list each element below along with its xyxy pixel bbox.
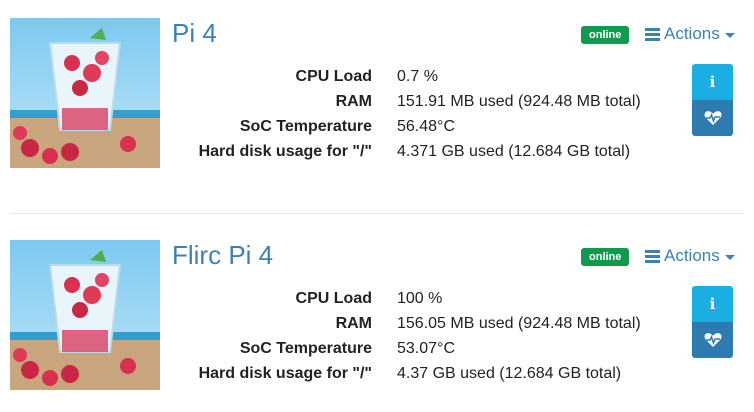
device-thumbnail <box>10 240 160 390</box>
device-thumbnail <box>10 18 160 168</box>
heartbeat-icon <box>704 333 721 347</box>
caret-down-icon <box>724 255 735 260</box>
stat-value: 4.371 GB used (12.684 GB total) <box>397 143 631 160</box>
device-card-flirc-pi-4: Flirc Pi 4 online Actions CPU Load 100 %… <box>0 222 754 412</box>
stat-value: 151.91 MB used (924.48 MB total) <box>397 93 641 110</box>
heartbeat-icon <box>704 111 721 125</box>
device-title[interactable]: Flirc Pi 4 <box>172 240 273 271</box>
stat-value: 4.37 GB used (12.684 GB total) <box>397 365 622 382</box>
stat-label: RAM <box>335 93 372 110</box>
actions-label: Actions <box>664 24 720 43</box>
device-title[interactable]: Pi 4 <box>172 18 217 49</box>
status-badge: online <box>581 26 630 44</box>
status-badge: online <box>581 248 630 266</box>
stat-value: 56.48°C <box>397 118 455 135</box>
list-icon <box>645 248 660 265</box>
info-icon: i <box>709 295 716 313</box>
caret-down-icon <box>724 33 735 38</box>
stat-label: Hard disk usage for "/" <box>198 143 372 160</box>
info-icon: i <box>709 73 716 91</box>
info-button[interactable]: i <box>692 64 733 100</box>
stat-label: CPU Load <box>295 68 372 85</box>
stat-value: 156.05 MB used (924.48 MB total) <box>397 315 641 332</box>
info-button[interactable]: i <box>692 286 733 322</box>
actions-label: Actions <box>664 246 720 265</box>
actions-dropdown[interactable]: Actions <box>645 246 735 266</box>
stat-label: RAM <box>335 315 372 332</box>
stat-value: 0.7 % <box>397 68 438 85</box>
stat-label: SoC Temperature <box>239 118 372 135</box>
health-button[interactable] <box>692 100 733 136</box>
divider <box>10 213 744 214</box>
device-card-pi-4: Pi 4 online Actions CPU Load 0.7 % RAM 1… <box>0 0 754 190</box>
actions-dropdown[interactable]: Actions <box>645 24 735 44</box>
stat-value: 53.07°C <box>397 340 455 357</box>
stat-label: CPU Load <box>295 290 372 307</box>
stat-label: SoC Temperature <box>239 340 372 357</box>
stat-value: 100 % <box>397 290 443 307</box>
list-icon <box>645 26 660 43</box>
health-button[interactable] <box>692 322 733 358</box>
stat-label: Hard disk usage for "/" <box>198 365 372 382</box>
